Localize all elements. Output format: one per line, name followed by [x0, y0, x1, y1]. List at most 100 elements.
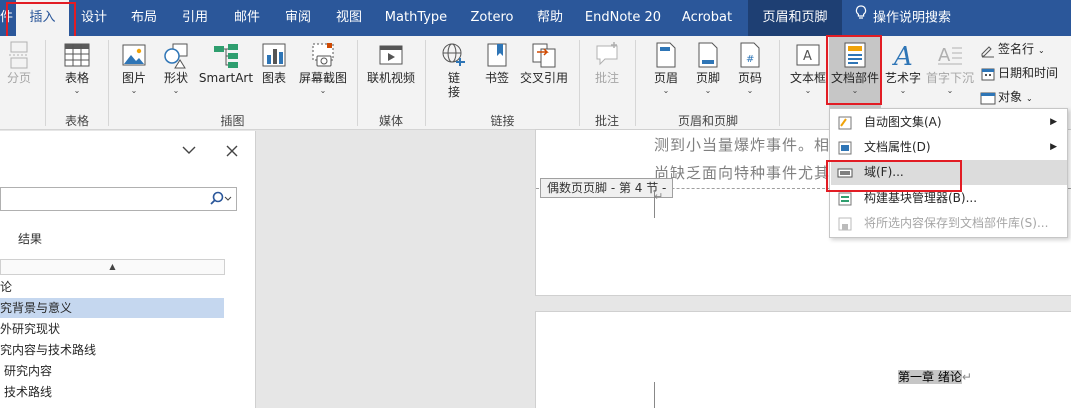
- quick-parts-icon: [829, 40, 881, 70]
- picture-button[interactable]: 图片 ⌄: [114, 40, 154, 96]
- header-icon: [646, 40, 686, 70]
- nav-heading-6[interactable]: 技术路线: [4, 382, 52, 402]
- group-separator: [635, 40, 636, 126]
- tab-acrobat[interactable]: Acrobat: [676, 0, 738, 36]
- drop-cap-icon: A: [925, 40, 975, 70]
- page-number-button[interactable]: # 页码 ⌄: [730, 40, 770, 96]
- shapes-button[interactable]: 形状 ⌄: [156, 40, 196, 96]
- body-text-line: 尚缺乏面向特种事件尤其: [654, 164, 831, 182]
- header-button[interactable]: 页眉 ⌄: [646, 40, 686, 96]
- text-box-icon: A: [787, 40, 829, 70]
- tab-zotero[interactable]: Zotero: [463, 0, 521, 36]
- tell-me-label: 操作说明搜索: [873, 10, 952, 26]
- cross-reference-icon: [517, 40, 571, 70]
- navigation-search-input[interactable]: [0, 187, 237, 211]
- chevron-down-icon: ⌄: [662, 86, 670, 95]
- tab-results[interactable]: 结果: [18, 230, 42, 247]
- chevron-down-icon: ⌄: [1026, 94, 1033, 103]
- tab-design[interactable]: 设计: [74, 0, 114, 36]
- object-button[interactable]: 对象 ⌄: [980, 86, 1033, 108]
- chart-button[interactable]: 图表: [257, 40, 291, 86]
- body-text-line: 测到小当量爆炸事件。相: [654, 136, 831, 154]
- footer-icon: [688, 40, 728, 70]
- online-video-button[interactable]: 联机视频: [363, 40, 419, 86]
- menu-item-autotext[interactable]: 自动图文集(A) ▶: [831, 110, 1067, 135]
- menu-item-field[interactable]: 域(F)...: [831, 160, 1067, 185]
- wordart-icon: A: [881, 40, 925, 72]
- close-icon[interactable]: [226, 145, 238, 160]
- group-separator: [779, 40, 780, 126]
- signature-line-button[interactable]: 签名行 ⌄: [980, 38, 1045, 60]
- nav-heading-1[interactable]: 论: [0, 277, 12, 297]
- chevron-down-icon: ⌄: [899, 86, 907, 95]
- tab-references[interactable]: 引用: [174, 0, 216, 36]
- group-separator: [108, 40, 109, 126]
- menu-item-document-property[interactable]: 文档属性(D) ▶: [831, 135, 1067, 160]
- chevron-down-icon: ⌄: [73, 86, 81, 95]
- screenshot-icon: [295, 40, 351, 70]
- chevron-down-icon: ⌄: [746, 86, 754, 95]
- tell-me-search[interactable]: 操作说明搜索: [855, 0, 975, 36]
- link-button[interactable]: 链接: [434, 40, 474, 99]
- group-separator: [579, 40, 580, 126]
- quick-parts-menu: 自动图文集(A) ▶ 文档属性(D) ▶ 域(F)... 构建基块管理器(B).…: [829, 108, 1068, 238]
- screenshot-button[interactable]: 屏幕截图 ⌄: [295, 40, 351, 96]
- nav-heading-3[interactable]: 外研究现状: [0, 319, 60, 339]
- wordart-button[interactable]: A 艺术字 ⌄: [881, 40, 925, 96]
- save-to-gallery-icon: [837, 216, 853, 241]
- chevron-down-icon: ⌄: [319, 86, 327, 95]
- table-button[interactable]: 表格 ⌄: [52, 40, 102, 96]
- nav-heading-5[interactable]: 研究内容: [4, 361, 52, 381]
- chevron-down-icon[interactable]: [182, 143, 196, 159]
- tab-help[interactable]: 帮助: [531, 0, 569, 36]
- chapter-heading[interactable]: 第一章 绪论↵: [898, 368, 972, 385]
- nav-heading-4[interactable]: 究内容与技术路线: [0, 340, 96, 360]
- table-icon: [52, 40, 102, 70]
- picture-icon: [114, 40, 154, 70]
- quick-parts-button[interactable]: 文档部件 ⌄: [829, 37, 881, 109]
- svg-text:A: A: [803, 49, 812, 64]
- tab-mathtype[interactable]: MathType: [380, 0, 452, 36]
- tab-insert[interactable]: 插入: [16, 0, 69, 36]
- paragraph-mark: ↵: [654, 190, 664, 203]
- submenu-arrow-icon: ▶: [1050, 117, 1057, 127]
- tab-mailings[interactable]: 邮件: [226, 0, 268, 36]
- comment-button[interactable]: 批注: [588, 40, 626, 86]
- date-time-button[interactable]: 日期和时间: [980, 62, 1058, 84]
- tab-endnote[interactable]: EndNote 20: [580, 0, 666, 36]
- bookmark-button[interactable]: 书签: [480, 40, 514, 86]
- group-label-comments: 批注: [594, 114, 619, 128]
- tab-layout[interactable]: 布局: [124, 0, 164, 36]
- group-separator: [425, 40, 426, 126]
- group-label-media: 媒体: [378, 114, 403, 128]
- lightbulb-icon: [855, 0, 867, 36]
- tab-review[interactable]: 审阅: [277, 0, 319, 36]
- group-label-links: 链接: [490, 114, 515, 128]
- calendar-icon: [980, 66, 998, 80]
- text-cursor-line: [654, 190, 655, 218]
- tab-file-partial[interactable]: 件: [0, 0, 13, 36]
- search-icon[interactable]: [208, 191, 232, 210]
- svg-text:A: A: [892, 42, 913, 70]
- text-cursor-line: [654, 382, 655, 408]
- menu-item-save-to-gallery[interactable]: 将所选内容保存到文档部件库(S)...: [831, 211, 1067, 236]
- footer-button[interactable]: 页脚 ⌄: [688, 40, 728, 96]
- globe-link-icon: [434, 40, 474, 70]
- chevron-down-icon: ⌄: [172, 86, 180, 95]
- scroll-up-button[interactable]: ▲: [0, 259, 225, 275]
- signature-icon: [980, 42, 998, 57]
- page-break-button[interactable]: 分页: [2, 40, 36, 86]
- chart-icon: [257, 40, 291, 70]
- drop-cap-button[interactable]: A 首字下沉 ⌄: [925, 40, 975, 96]
- comment-icon: [588, 40, 626, 70]
- group-separator: [45, 40, 46, 126]
- tab-header-footer[interactable]: 页眉和页脚: [748, 0, 842, 36]
- cross-reference-button[interactable]: 交叉引用: [517, 40, 571, 86]
- tab-view[interactable]: 视图: [328, 0, 370, 36]
- menu-item-building-blocks-organizer[interactable]: 构建基块管理器(B)...: [831, 186, 1067, 211]
- group-label-tables: 表格: [64, 114, 89, 128]
- text-box-button[interactable]: A 文本框 ⌄: [787, 40, 829, 96]
- smartart-button[interactable]: SmartArt: [198, 40, 254, 86]
- nav-heading-selected[interactable]: 究背景与意义: [0, 298, 224, 318]
- group-label-header-footer: 页眉和页脚: [677, 114, 738, 128]
